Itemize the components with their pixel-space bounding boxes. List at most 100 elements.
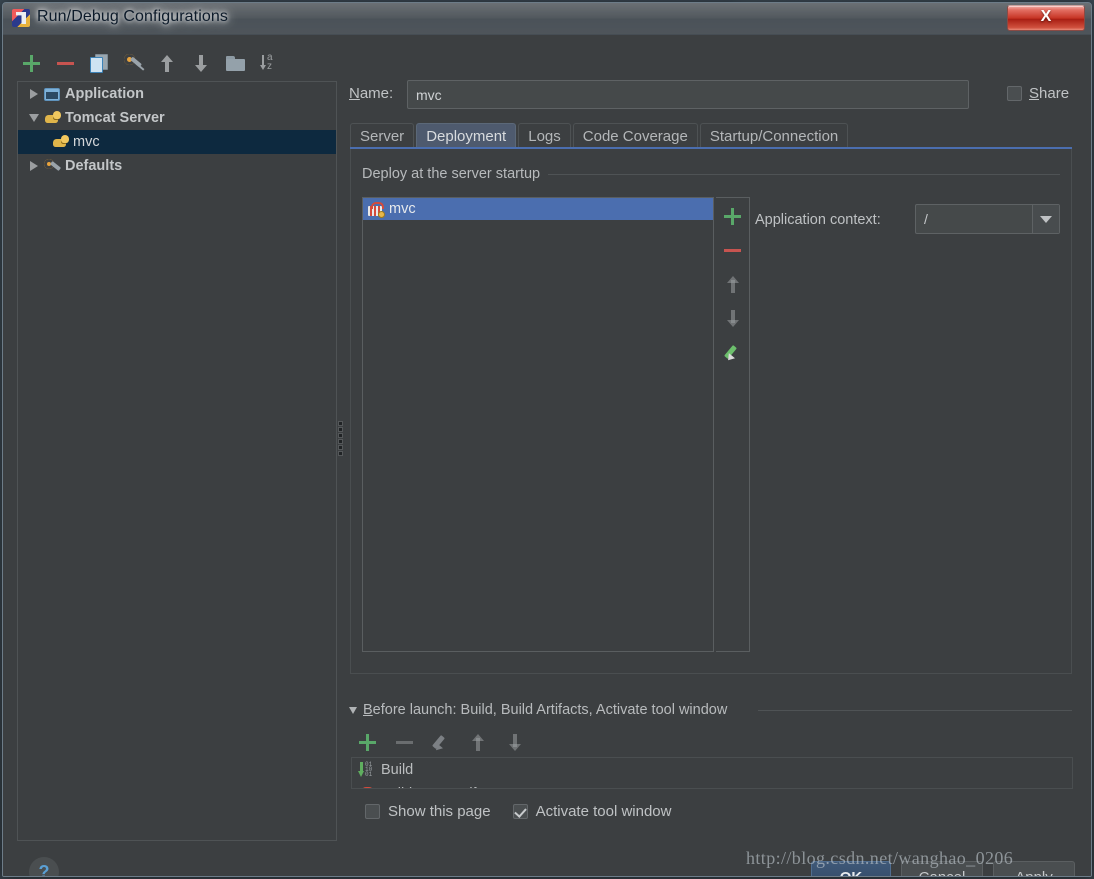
deployment-side-toolbar <box>716 197 750 652</box>
arrow-down-icon <box>726 310 740 327</box>
add-artifact-button[interactable] <box>720 203 746 229</box>
activate-tool-window-label: Activate tool window <box>536 803 672 820</box>
help-button[interactable]: ? <box>29 857 59 877</box>
before-launch-remove-button[interactable] <box>390 728 418 756</box>
deployment-artifact-list[interactable]: mvc <box>362 197 714 652</box>
gear-wrench-icon <box>124 54 142 72</box>
chevron-right-icon[interactable] <box>26 161 42 171</box>
apply-button[interactable]: Apply <box>993 861 1075 877</box>
before-launch-task-label: Build <box>381 762 413 778</box>
before-launch-divider <box>758 710 1072 711</box>
before-launch-move-up-button[interactable] <box>464 728 492 756</box>
arrow-down-icon <box>194 55 208 72</box>
share-checkbox-box[interactable] <box>1007 86 1022 101</box>
plus-icon <box>359 734 376 751</box>
activate-tool-window-checkbox[interactable]: Activate tool window <box>513 803 672 820</box>
name-label-rest: ame: <box>360 85 393 102</box>
dialog-content: az Application Tomcat Server mvc <box>3 35 1091 876</box>
tomcat-icon <box>42 111 62 125</box>
remove-artifact-button[interactable] <box>720 237 746 263</box>
edit-artifact-button[interactable] <box>720 339 746 365</box>
name-input[interactable] <box>407 80 969 109</box>
deploy-group-label: Deploy at the server startup <box>362 166 548 182</box>
before-launch-task-item[interactable]: Build 'mvc' artifact <box>352 782 1072 789</box>
tree-item-defaults[interactable]: Defaults <box>18 154 336 178</box>
activate-tool-window-checkbox-box[interactable] <box>513 804 528 819</box>
chevron-down-icon <box>1040 216 1052 223</box>
panel-splitter[interactable] <box>338 420 344 460</box>
artifact-move-down-button[interactable] <box>720 305 746 331</box>
before-launch-task-label: Build 'mvc' artifact <box>380 786 496 789</box>
chevron-right-icon[interactable] <box>26 89 42 99</box>
configurations-tree[interactable]: Application Tomcat Server mvc Defaults <box>17 81 337 841</box>
tree-item-label: Defaults <box>65 158 122 174</box>
defaults-icon <box>42 159 62 174</box>
tab-startup-connection[interactable]: Startup/Connection <box>700 123 848 148</box>
minus-icon <box>57 62 74 65</box>
before-launch-edit-button[interactable] <box>427 728 455 756</box>
share-label: Share <box>1029 85 1069 102</box>
show-this-page-checkbox[interactable]: Show this page <box>365 803 491 820</box>
application-context-label: Application context: <box>755 212 881 228</box>
tree-item-application[interactable]: Application <box>18 82 336 106</box>
tab-server[interactable]: Server <box>350 123 414 148</box>
arrow-down-icon <box>508 734 522 751</box>
question-mark-icon: ? <box>39 862 50 878</box>
before-launch-move-down-button[interactable] <box>501 728 529 756</box>
configuration-tabs[interactable]: Server Deployment Logs Code Coverage Sta… <box>350 123 850 148</box>
before-launch-title: Before launch: Build, Build Artifacts, A… <box>363 702 727 718</box>
move-down-button[interactable] <box>187 49 215 77</box>
add-configuration-button[interactable] <box>17 49 45 77</box>
chevron-down-icon[interactable] <box>26 114 42 122</box>
tree-item-label: mvc <box>73 134 100 150</box>
tree-item-tomcat-server[interactable]: Tomcat Server <box>18 106 336 130</box>
deployment-panel: Deploy at the server startup mvc Applica… <box>350 149 1072 674</box>
pencil-icon <box>725 344 741 360</box>
before-launch-task-item[interactable]: 011001 Build <box>352 758 1072 782</box>
edit-defaults-button[interactable] <box>119 49 147 77</box>
run-debug-configurations-dialog: Run/Debug Configurations X az <box>2 2 1092 877</box>
build-icon: 011001 <box>358 762 374 778</box>
chevron-down-icon[interactable] <box>349 707 357 714</box>
tree-item-label: Application <box>65 86 144 102</box>
application-context-value: / <box>916 205 1032 233</box>
move-up-button[interactable] <box>153 49 181 77</box>
tab-code-coverage[interactable]: Code Coverage <box>573 123 698 148</box>
ok-button[interactable]: OK <box>811 861 891 877</box>
deployment-list-item[interactable]: mvc <box>363 198 713 220</box>
before-launch-options: Show this page Activate tool window <box>365 803 671 820</box>
copy-configuration-button[interactable] <box>85 49 113 77</box>
configurations-toolbar: az <box>17 47 337 79</box>
before-launch-add-button[interactable] <box>353 728 381 756</box>
tree-item-label: Tomcat Server <box>65 110 165 126</box>
tree-item-mvc[interactable]: mvc <box>18 130 336 154</box>
screen-root: Run/Debug Configurations X az <box>0 0 1094 879</box>
before-launch-task-list[interactable]: 011001 Build Build 'mvc' artifact <box>351 757 1073 789</box>
title-bar: Run/Debug Configurations X <box>3 3 1091 35</box>
tab-deployment[interactable]: Deployment <box>416 123 516 148</box>
application-context-combobox[interactable]: / <box>915 204 1060 234</box>
name-label: Name: <box>349 85 393 102</box>
tab-logs[interactable]: Logs <box>518 123 571 148</box>
sort-az-icon: az <box>260 54 278 72</box>
copy-icon <box>90 54 108 72</box>
deployment-item-label: mvc <box>389 201 416 217</box>
create-folder-button[interactable] <box>221 49 249 77</box>
tomcat-icon <box>50 135 70 149</box>
cancel-button[interactable]: Cancel <box>901 861 983 877</box>
before-launch-header[interactable]: Before launch: Build, Build Artifacts, A… <box>349 702 727 718</box>
artifact-icon <box>368 202 383 216</box>
show-this-page-label: Show this page <box>388 803 491 820</box>
artifact-move-up-button[interactable] <box>720 271 746 297</box>
share-checkbox[interactable]: Share <box>1007 85 1069 102</box>
close-button[interactable]: X <box>1007 5 1085 31</box>
show-this-page-checkbox-box[interactable] <box>365 804 380 819</box>
before-launch-toolbar <box>353 729 529 755</box>
remove-configuration-button[interactable] <box>51 49 79 77</box>
folder-icon <box>226 56 245 71</box>
application-icon <box>42 88 62 101</box>
close-icon: X <box>1008 8 1084 26</box>
intellij-idea-icon <box>12 9 30 27</box>
sort-configurations-button[interactable]: az <box>255 49 283 77</box>
application-context-dropdown-button[interactable] <box>1032 205 1059 233</box>
